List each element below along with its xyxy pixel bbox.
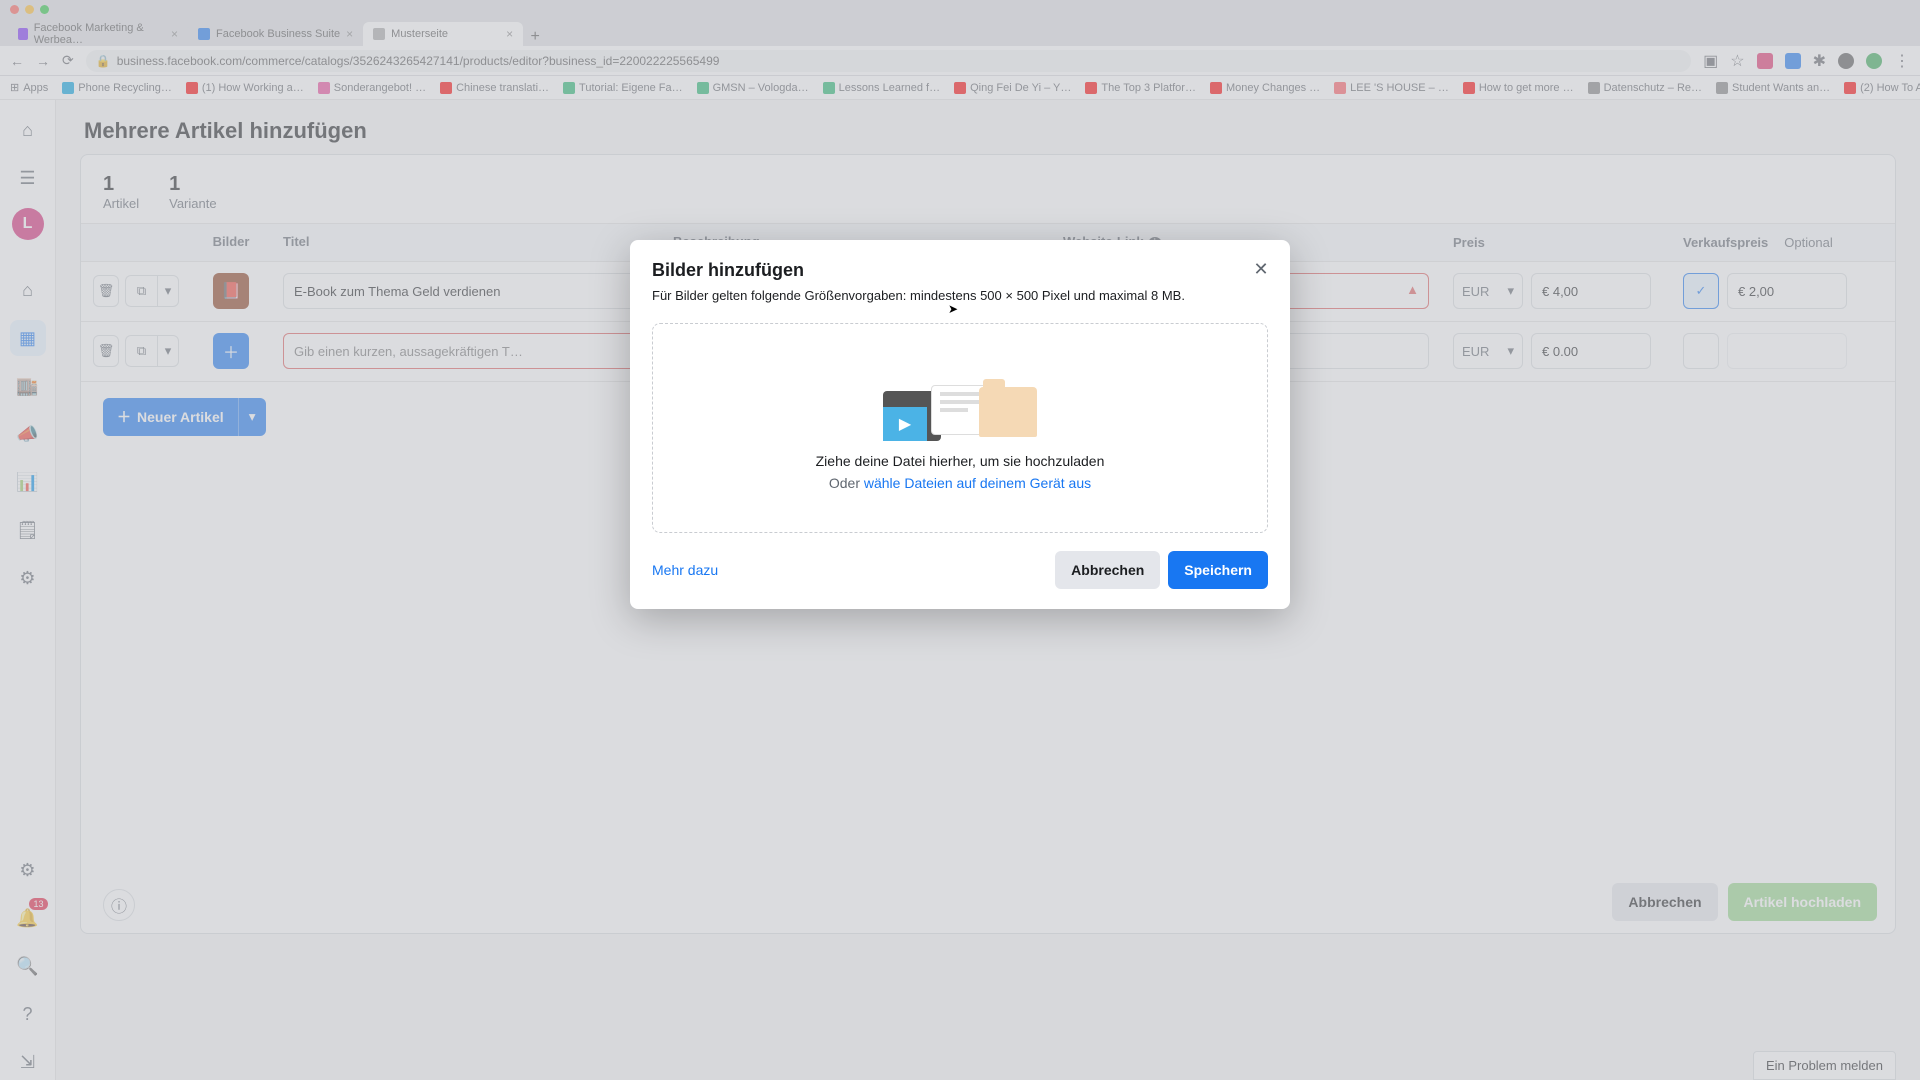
add-images-modal: ✕ Bilder hinzufügen Für Bilder gelten fo… <box>630 240 1290 609</box>
modal-title: Bilder hinzufügen <box>652 260 1268 281</box>
choose-files-link[interactable]: wähle Dateien auf deinem Gerät aus <box>864 475 1091 491</box>
modal-description: Für Bilder gelten folgende Größenvorgabe… <box>652 287 1268 305</box>
modal-save-button[interactable]: Speichern <box>1168 551 1268 589</box>
modal-overlay[interactable]: ✕ Bilder hinzufügen Für Bilder gelten fo… <box>0 0 1920 1080</box>
cursor-icon: ➤ <box>948 302 958 316</box>
upload-dropzone[interactable]: ➤ ▶ Ziehe deine Datei hierher, um sie ho… <box>652 323 1268 533</box>
dropzone-alt: Oder wähle Dateien auf deinem Gerät aus <box>829 475 1091 491</box>
learn-more-link[interactable]: Mehr dazu <box>652 562 718 578</box>
upload-illustration: ▶ <box>883 365 1037 435</box>
dropzone-instruction: Ziehe deine Datei hierher, um sie hochzu… <box>816 453 1105 469</box>
modal-cancel-button[interactable]: Abbrechen <box>1055 551 1160 589</box>
close-icon[interactable]: ✕ <box>1246 254 1276 284</box>
